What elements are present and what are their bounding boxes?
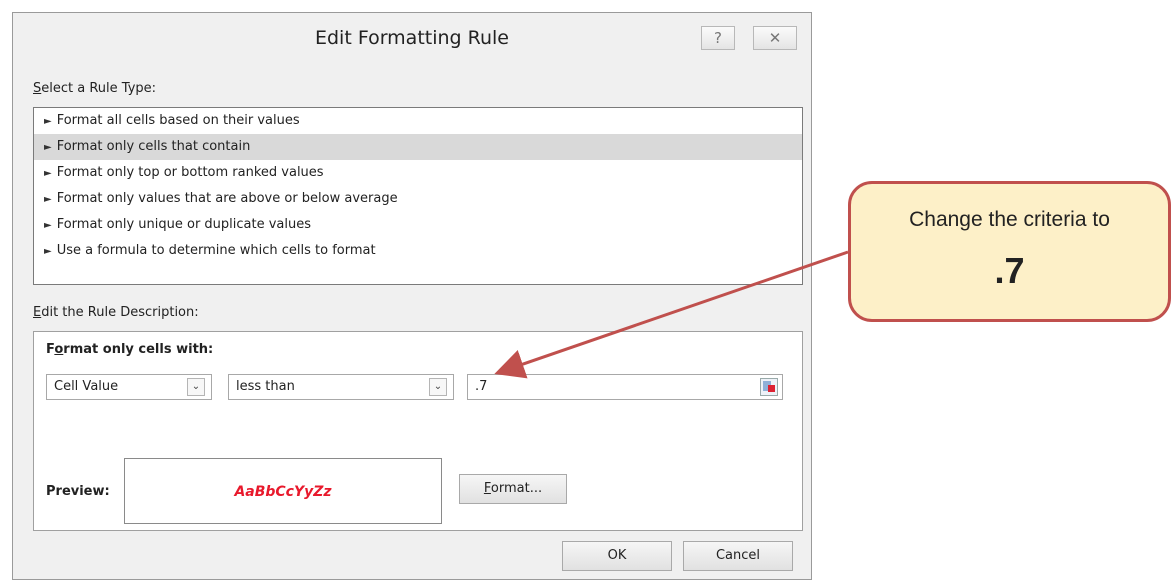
callout-arrow xyxy=(494,250,849,379)
